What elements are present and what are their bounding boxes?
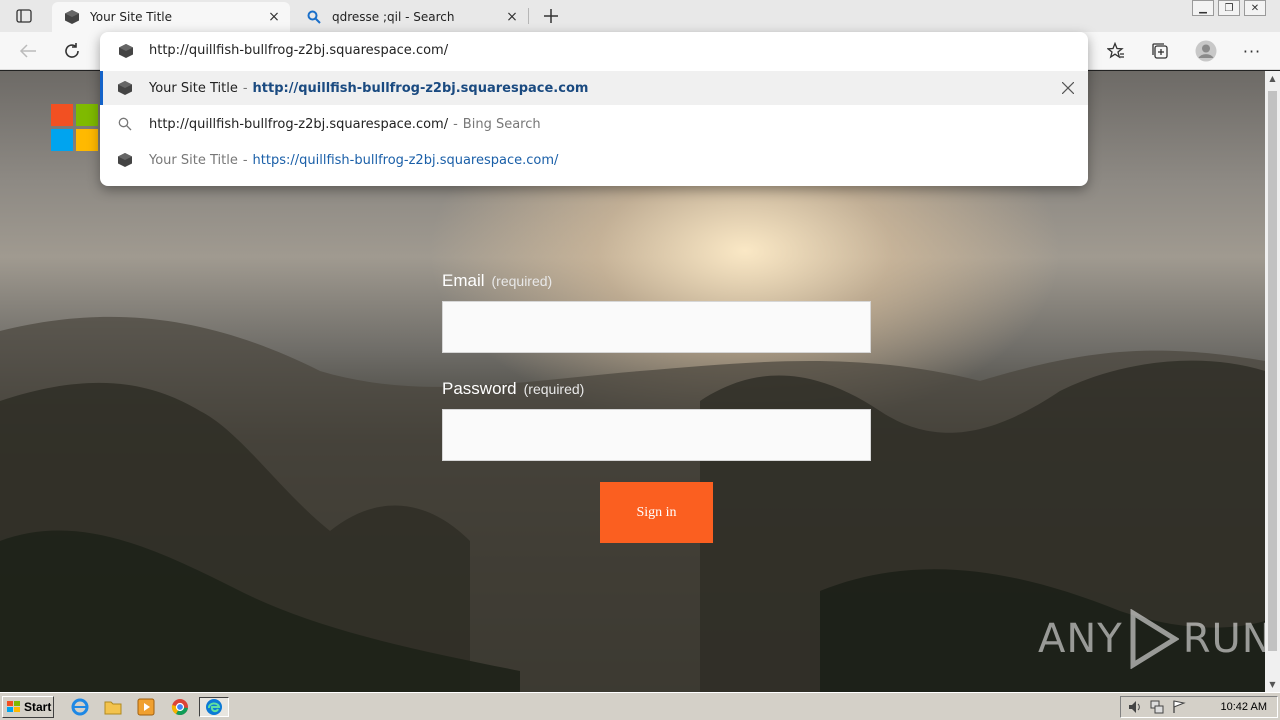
email-label-text: Email — [442, 271, 485, 290]
sign-in-button[interactable]: Sign in — [600, 482, 713, 543]
taskbar-edge[interactable] — [199, 697, 229, 717]
restore-button[interactable]: ❐ — [1218, 0, 1240, 16]
login-form: Email (required) Password (required) Sig… — [442, 271, 872, 543]
taskbar-explorer[interactable] — [102, 697, 124, 717]
suggestion-url: https://quillfish-bullfrog-z2bj.squaresp… — [252, 152, 559, 168]
suggestion-item[interactable]: http://quillfish-bullfrog-z2bj.squarespa… — [100, 107, 1088, 141]
tab-search[interactable]: qdresse ;qil - Search × — [294, 2, 528, 32]
tab-your-site-title[interactable]: Your Site Title × — [52, 2, 290, 32]
restore-icon: ❐ — [1224, 2, 1234, 14]
play-logo-icon — [1130, 609, 1179, 669]
search-icon — [115, 117, 135, 131]
back-arrow-icon — [19, 44, 36, 58]
suggestion-separator: - — [453, 116, 458, 132]
email-required-text: (required) — [491, 273, 553, 289]
chrome-icon — [171, 699, 188, 716]
volume-icon[interactable] — [1127, 699, 1143, 715]
microsoft-logo — [51, 104, 98, 151]
tab-close-button[interactable]: × — [264, 7, 284, 27]
site-cube-icon — [115, 152, 135, 168]
refresh-button[interactable] — [58, 37, 86, 65]
suggestion-separator: - — [242, 80, 248, 96]
internet-explorer-icon — [71, 698, 89, 716]
remove-suggestion-button[interactable] — [1060, 80, 1076, 96]
chevron-down-icon: ▼ — [1269, 680, 1276, 689]
watermark-text: ANY — [1038, 616, 1123, 662]
tab-actions-icon — [16, 9, 32, 23]
action-center-flag-icon[interactable] — [1171, 699, 1187, 715]
windows-flag-icon — [7, 701, 20, 712]
collections-button[interactable] — [1146, 37, 1174, 65]
suggestion-url: http://quillfish-bullfrog-z2bj.squarespa… — [252, 80, 589, 96]
collections-icon — [1152, 43, 1168, 59]
suggestion-query: http://quillfish-bullfrog-z2bj.squarespa… — [149, 116, 449, 132]
address-bar[interactable]: http://quillfish-bullfrog-z2bj.squarespa… — [100, 32, 1088, 69]
suggestion-title: Your Site Title — [149, 152, 238, 168]
window-controls: ▁ ❐ ✕ — [1192, 0, 1266, 16]
taskbar-chrome[interactable] — [169, 697, 191, 717]
settings-menu-button[interactable]: ··· — [1238, 37, 1266, 65]
taskbar-media-player[interactable] — [135, 697, 157, 717]
suggestion-separator: - — [242, 152, 248, 168]
site-cube-icon — [64, 9, 80, 25]
tab-title: Your Site Title — [90, 10, 173, 24]
new-tab-button[interactable] — [538, 5, 564, 27]
address-input[interactable]: http://quillfish-bullfrog-z2bj.squarespa… — [149, 43, 448, 58]
minimize-icon: ▁ — [1199, 2, 1207, 14]
password-required-text: (required) — [523, 381, 585, 397]
close-icon: ✕ — [1250, 2, 1260, 14]
refresh-icon — [65, 43, 79, 58]
anyrun-watermark: ANY RUN — [1038, 609, 1265, 669]
suggestion-engine: Bing Search — [462, 116, 541, 132]
password-label: Password (required) — [442, 379, 872, 399]
scroll-up-button[interactable]: ▲ — [1265, 71, 1280, 86]
taskbar-ie[interactable] — [69, 697, 91, 717]
tab-separator — [528, 8, 529, 24]
folder-icon — [104, 701, 122, 715]
network-icon[interactable] — [1149, 699, 1165, 715]
profile-button[interactable] — [1192, 37, 1220, 65]
start-label: Start — [24, 700, 52, 714]
tab-close-button[interactable]: × — [502, 7, 522, 27]
close-icon — [1062, 82, 1074, 94]
more-dots-icon: ··· — [1242, 41, 1262, 61]
favorites-button[interactable] — [1102, 37, 1130, 65]
watermark-run-text: RUN — [1182, 616, 1265, 662]
suggestion-title: Your Site Title — [149, 80, 238, 96]
email-label: Email (required) — [442, 271, 872, 291]
plus-icon — [544, 9, 558, 23]
media-player-icon — [137, 698, 155, 716]
profile-avatar-icon — [1195, 40, 1217, 62]
address-bar-dropdown: http://quillfish-bullfrog-z2bj.squarespa… — [100, 32, 1088, 186]
taskbar: Start 10:42 AM — [0, 692, 1280, 720]
site-cube-icon — [116, 43, 136, 59]
taskbar-clock[interactable]: 10:42 AM — [1221, 701, 1267, 713]
search-icon — [306, 9, 322, 25]
tab-actions-button[interactable] — [10, 6, 38, 26]
system-tray: 10:42 AM — [1120, 696, 1278, 718]
back-button[interactable] — [14, 37, 42, 65]
minimize-button[interactable]: ▁ — [1192, 0, 1214, 16]
tab-title: qdresse ;qil - Search — [332, 10, 455, 24]
site-cube-icon — [115, 80, 135, 96]
edge-icon — [206, 699, 222, 715]
suggestion-item[interactable]: Your Site Title - http://quillfish-bullf… — [100, 71, 1088, 105]
email-field[interactable] — [442, 301, 871, 353]
suggestion-item[interactable]: Your Site Title - https://quillfish-bull… — [100, 143, 1088, 177]
start-button[interactable]: Start — [2, 696, 54, 718]
vertical-scrollbar[interactable]: ▲ ▼ — [1265, 71, 1280, 692]
close-window-button[interactable]: ✕ — [1244, 0, 1266, 16]
scroll-down-button[interactable]: ▼ — [1265, 677, 1280, 692]
favorites-star-icon — [1107, 42, 1124, 59]
password-label-text: Password — [442, 379, 517, 398]
password-field[interactable] — [442, 409, 871, 461]
tab-strip: Your Site Title × qdresse ;qil - Search … — [0, 0, 1280, 32]
chevron-up-icon: ▲ — [1269, 74, 1276, 83]
scroll-thumb[interactable] — [1268, 91, 1277, 651]
